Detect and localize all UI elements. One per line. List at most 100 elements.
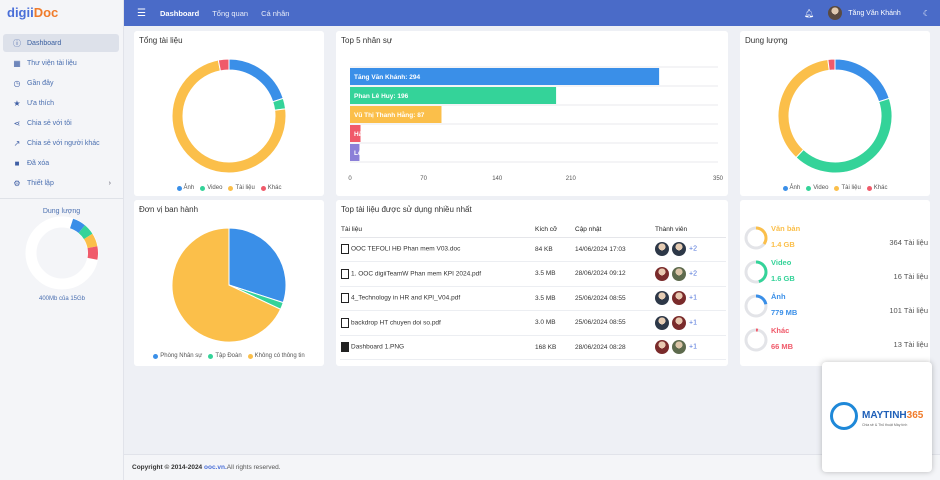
tab-dashboard[interactable]: Dashboard	[160, 9, 199, 18]
total-docs-legend-item[interactable]: Tài liệu	[228, 185, 255, 191]
member-avatar[interactable]	[672, 242, 686, 257]
sidebar-item-2[interactable]: ◷ Gần đây	[3, 74, 119, 92]
storage-legend: Ảnh Video Tài liệu Khác	[740, 185, 930, 191]
units-legend-item[interactable]: Không có thông tin	[247, 353, 305, 359]
sidebar-item-label: Chia sẻ với tôi	[27, 119, 72, 127]
doc-cell[interactable]: Dashboard 1.PNG	[340, 335, 534, 360]
member-avatar[interactable]	[672, 291, 686, 306]
more-members[interactable]: +1	[689, 295, 697, 302]
storage-type-size: 1.4 GB	[771, 240, 795, 249]
doc-name[interactable]: Dashboard 1.PNG	[351, 344, 404, 351]
table-row[interactable]: 1. OOC digiiTeamW Phan mem KPI 2024.pdf 3…	[340, 261, 726, 287]
member-avatar[interactable]	[672, 315, 686, 330]
table-row[interactable]: backdrop HT chuyen doi so.pdf 3.0 MB 25/06…	[340, 310, 726, 336]
sidebar-item-7[interactable]: ⚙ Thiết lập ›	[3, 174, 119, 192]
storage-legend-dot	[782, 185, 788, 191]
storage-type-name: Video	[771, 258, 792, 267]
doc-name[interactable]: OOC TEFOLI HĐ Phan mem V03.doc	[351, 246, 460, 253]
footer-link[interactable]: ooc.vn.	[204, 464, 227, 471]
storage-slice-3[interactable]	[827, 58, 836, 71]
member-avatar[interactable]	[655, 315, 669, 330]
storage-legend-item[interactable]: Tài liệu	[834, 185, 861, 191]
sidebar-item-0[interactable]: ⓘ Dashboard	[3, 34, 119, 52]
storage-slice-1[interactable]	[795, 97, 893, 174]
watermark-tagline: Chia sẻ & Thủ thuật Máy tính	[862, 423, 908, 427]
doc-cell[interactable]: 1. OOC digiiTeamW Phan mem KPI 2024.pdf	[340, 261, 534, 287]
units-legend-dot	[247, 353, 253, 359]
units-pie	[171, 227, 287, 343]
storage-type-size: 66 MB	[771, 342, 794, 351]
storage-legend-item[interactable]: Ảnh	[782, 185, 800, 191]
tab-personal[interactable]: Cá nhân	[261, 9, 289, 18]
top-docs-card: Top tài liệu được sử dụng nhiều nhất Tài…	[336, 200, 728, 366]
member-avatar[interactable]	[655, 291, 669, 306]
sidebar-item-label: Thiết lập	[27, 179, 54, 187]
sidebar-item-1[interactable]: ▦ Thư viện tài liệu	[3, 54, 119, 72]
table-row[interactable]: 4_Technology in HR and KPI_V04.pdf 3.5 MB…	[340, 286, 726, 311]
bell-icon[interactable]: 🔔︎	[804, 9, 814, 18]
pdf-file-icon	[341, 293, 349, 304]
storage-row[interactable]: Khác 66 MB 13 Tài liệu	[744, 324, 928, 364]
doc-name[interactable]: 4_Technology in HR and KPI_V04.pdf	[351, 295, 460, 302]
total-docs-legend-label: Tài liệu	[235, 185, 255, 191]
moon-icon[interactable]: ☾	[923, 9, 930, 18]
storage-legend-label: Khác	[873, 185, 888, 191]
doc-cell[interactable]: OOC TEFOLI HĐ Phan mem V03.doc	[340, 237, 534, 262]
total-docs-legend-item[interactable]: Ảnh	[176, 185, 194, 191]
top-docs-title: Top tài liệu được sử dụng nhiều nhất	[341, 205, 472, 214]
bar-label-4: Lê Huy Hùng: 9	[354, 150, 402, 157]
doc-members: +1	[654, 335, 726, 360]
storage-legend-item[interactable]: Khác	[866, 185, 888, 191]
total-docs-legend-item[interactable]: Khác	[260, 185, 281, 191]
sidebar-storage-sub: 400Mb của 15Gb	[38, 296, 86, 302]
storage-legend-label: Video	[813, 185, 829, 191]
tab-overview[interactable]: Tổng quan	[212, 9, 248, 18]
member-avatar[interactable]	[672, 340, 686, 355]
sidebar-item-3[interactable]: ★ Ưa thích	[3, 94, 119, 112]
user-name[interactable]: Tăng Văn Khánh	[848, 10, 901, 17]
doc-updated: 25/06/2024 08:55	[574, 286, 654, 311]
storage-legend-item[interactable]: Video	[806, 185, 828, 191]
storage-type-count: 364 Tài liệu	[889, 238, 928, 247]
col-size: Kích cỡ	[534, 222, 574, 238]
total-docs-slice-3[interactable]	[217, 58, 230, 72]
doc-name[interactable]: 1. OOC digiiTeamW Phan mem KPI 2024.pdf	[351, 270, 481, 277]
user-avatar[interactable]	[828, 6, 843, 20]
footer-suffix: All rights reserved.	[226, 464, 281, 471]
doc-cell[interactable]: 4_Technology in HR and KPI_V04.pdf	[340, 286, 534, 311]
doc-cell[interactable]: backdrop HT chuyen doi so.pdf	[340, 310, 534, 336]
table-row[interactable]: OOC TEFOLI HĐ Phan mem V03.doc 84 KB 14/06…	[340, 237, 726, 262]
more-members[interactable]: +2	[689, 246, 697, 253]
sidebar-item-6[interactable]: ■ Đã xóa	[3, 154, 119, 172]
top5-card: Top 5 nhân sự Tăng Văn Khánh: 294 Phan Lê…	[336, 31, 728, 196]
more-members[interactable]: +1	[689, 319, 697, 326]
total-docs-legend-dot	[260, 185, 266, 191]
sidebar-item-5[interactable]: ↗ Chia sẻ với người khác	[3, 134, 119, 152]
member-avatar[interactable]	[655, 242, 669, 257]
units-legend-item[interactable]: Phòng Nhân sự	[153, 353, 202, 359]
storage-slice-2[interactable]	[777, 58, 830, 159]
storage-slice-0[interactable]	[834, 58, 890, 103]
doc-name[interactable]: backdrop HT chuyen doi so.pdf	[351, 319, 441, 326]
storage-ring	[744, 294, 768, 318]
app-logo[interactable]: digiiDoc	[0, 0, 123, 26]
member-avatar[interactable]	[655, 340, 669, 355]
doc-updated: 28/06/2024 08:28	[574, 335, 654, 360]
member-avatar[interactable]	[672, 266, 686, 281]
table-row[interactable]: Dashboard 1.PNG 168 KB 28/06/2024 08:28 +1	[340, 335, 726, 360]
share-icon: ⋖	[13, 118, 21, 128]
total-docs-legend-item[interactable]: Video	[200, 185, 222, 191]
member-avatar[interactable]	[655, 266, 669, 281]
total-docs-legend-dot	[200, 185, 206, 191]
more-members[interactable]: +1	[689, 344, 697, 351]
menu-icon[interactable]: ☰	[137, 8, 147, 19]
storage-legend-dot	[834, 185, 840, 191]
more-members[interactable]: +2	[689, 270, 697, 277]
sidebar-item-4[interactable]: ⋖ Chia sẻ với tôi	[3, 114, 119, 132]
units-legend-item[interactable]: Tập Đoàn	[208, 353, 242, 359]
doc-updated: 14/06/2024 17:03	[574, 237, 654, 262]
storage-card: Dung lượng Ảnh Video Tài liệu Khác	[740, 31, 930, 196]
doc-members: +2	[654, 237, 726, 262]
total-docs-slice-0[interactable]	[228, 58, 284, 103]
units-legend: Phòng Nhân sự Tập Đoàn Không có thông tin	[134, 353, 324, 359]
